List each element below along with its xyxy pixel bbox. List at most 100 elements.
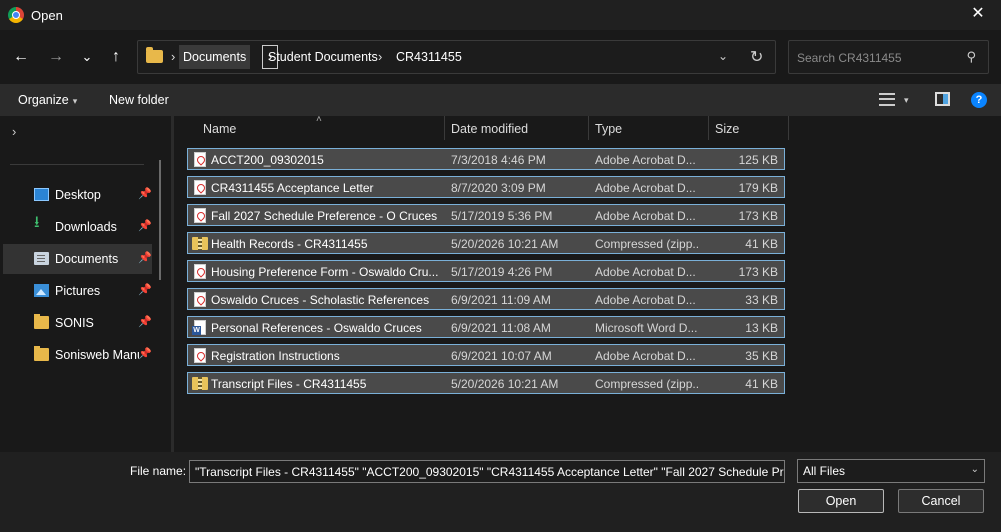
file-type: Adobe Acrobat D... bbox=[595, 181, 696, 195]
file-name-field[interactable]: "Transcript Files - CR4311455" "ACCT200_… bbox=[189, 460, 785, 483]
file-size: 35 KB bbox=[745, 349, 778, 363]
file-name: Health Records - CR4311455 bbox=[211, 237, 368, 251]
chevron-down-icon: ⌄ bbox=[970, 464, 979, 475]
file-row[interactable]: ACCT200_09302015 7/3/2018 4:46 PM Adobe … bbox=[187, 148, 785, 170]
pin-icon[interactable]: 📌 bbox=[138, 315, 152, 328]
chevron-down-icon[interactable]: ▾ bbox=[904, 95, 909, 106]
crumb-separator[interactable]: › bbox=[171, 49, 175, 64]
refresh-icon[interactable]: ↻ bbox=[750, 47, 763, 67]
desktop-icon bbox=[34, 188, 49, 201]
downloads-icon: ⭳ bbox=[34, 214, 40, 231]
file-type: Compressed (zipp... bbox=[595, 377, 699, 391]
sidebar-item-label: SONIS bbox=[55, 316, 94, 330]
file-row[interactable]: Personal References - Oswaldo Cruces 6/9… bbox=[187, 316, 785, 338]
forward-button[interactable]: → bbox=[43, 44, 69, 70]
column-header-size[interactable]: Size bbox=[715, 116, 739, 141]
breadcrumb-documents[interactable]: Documents bbox=[179, 45, 251, 69]
pdf-file-icon bbox=[194, 264, 206, 279]
new-folder-button[interactable]: New folder bbox=[109, 93, 169, 107]
file-size: 41 KB bbox=[745, 237, 778, 251]
sidebar-item-downloads[interactable]: ⭳ Downloads 📌 bbox=[3, 212, 152, 242]
chevron-down-icon: ▾ bbox=[72, 96, 78, 106]
pin-icon[interactable]: 📌 bbox=[138, 283, 152, 296]
preview-pane-icon[interactable] bbox=[935, 92, 950, 106]
file-type: Compressed (zipp... bbox=[595, 237, 699, 251]
sort-ascending-icon: ˄ bbox=[316, 114, 322, 125]
file-type: Adobe Acrobat D... bbox=[595, 209, 696, 223]
help-icon[interactable]: ? bbox=[971, 92, 987, 108]
file-date: 5/20/2026 10:21 AM bbox=[451, 377, 559, 391]
divider bbox=[10, 164, 144, 165]
column-header-date-modified[interactable]: Date modified bbox=[451, 116, 528, 141]
breadcrumb-cr4311455[interactable]: CR4311455 bbox=[396, 50, 462, 64]
file-date: 5/20/2026 10:21 AM bbox=[451, 237, 559, 251]
scrollbar[interactable] bbox=[159, 160, 161, 280]
sidebar-item-documents[interactable]: Documents 📌 bbox=[3, 244, 152, 274]
file-list: Name ˄ Date modified Type Size ACCT200_0… bbox=[174, 114, 1001, 452]
pdf-file-icon bbox=[194, 152, 206, 167]
organize-label: Organize bbox=[18, 93, 69, 107]
sidebar-item-label: Documents bbox=[55, 252, 119, 266]
pdf-file-icon bbox=[194, 208, 206, 223]
file-date: 7/3/2018 4:46 PM bbox=[451, 153, 546, 167]
zip-file-icon bbox=[192, 237, 208, 250]
file-size: 125 KB bbox=[738, 153, 778, 167]
crumb-separator[interactable]: › bbox=[378, 49, 382, 64]
navigation-pane: › Desktop 📌 ⭳ Downloads 📌 Documents 📌 Pi… bbox=[0, 116, 171, 452]
filter-value: All Files bbox=[803, 464, 846, 478]
file-type: Adobe Acrobat D... bbox=[595, 293, 696, 307]
chevron-right-icon[interactable]: › bbox=[12, 124, 16, 139]
search-box[interactable]: Search CR4311455 ⚲ bbox=[788, 40, 989, 74]
open-button[interactable]: Open bbox=[798, 489, 884, 513]
column-divider[interactable] bbox=[708, 116, 709, 140]
file-size: 173 KB bbox=[738, 265, 778, 279]
recent-locations-button[interactable]: ⌄ bbox=[74, 44, 100, 70]
cancel-button[interactable]: Cancel bbox=[898, 489, 984, 513]
column-divider[interactable] bbox=[788, 116, 789, 140]
file-name: Transcript Files - CR4311455 bbox=[211, 377, 367, 391]
pin-icon[interactable]: 📌 bbox=[138, 251, 152, 264]
column-header-name[interactable]: Name bbox=[203, 116, 236, 141]
folder-icon bbox=[34, 314, 49, 329]
pin-icon[interactable]: 📌 bbox=[138, 347, 152, 360]
sidebar-item-desktop[interactable]: Desktop 📌 bbox=[3, 180, 152, 210]
file-row[interactable]: Housing Preference Form - Oswaldo Cru...… bbox=[187, 260, 785, 282]
sidebar-item-label: Desktop bbox=[55, 188, 101, 202]
column-header-type[interactable]: Type bbox=[595, 116, 622, 141]
file-row[interactable]: CR4311455 Acceptance Letter 8/7/2020 3:0… bbox=[187, 176, 785, 198]
organize-button[interactable]: Organize ▾ bbox=[18, 93, 77, 107]
file-row[interactable]: Health Records - CR4311455 5/20/2026 10:… bbox=[187, 232, 785, 254]
sidebar-item-pictures[interactable]: Pictures 📌 bbox=[3, 276, 152, 306]
file-size: 173 KB bbox=[738, 209, 778, 223]
file-type: Adobe Acrobat D... bbox=[595, 349, 696, 363]
close-button[interactable]: ✕ bbox=[955, 0, 1001, 30]
pin-icon[interactable]: 📌 bbox=[138, 219, 152, 232]
file-type-filter[interactable]: All Files ⌄ bbox=[797, 459, 985, 483]
back-button[interactable]: ← bbox=[8, 44, 34, 70]
file-date: 6/9/2021 11:09 AM bbox=[451, 293, 551, 307]
file-date: 8/7/2020 3:09 PM bbox=[451, 181, 546, 195]
column-divider[interactable] bbox=[588, 116, 589, 140]
column-divider[interactable] bbox=[444, 116, 445, 140]
file-name: Personal References - Oswaldo Cruces bbox=[211, 321, 422, 335]
up-button[interactable]: ↑ bbox=[103, 44, 129, 70]
zip-file-icon bbox=[192, 377, 208, 390]
search-input[interactable]: Search CR4311455 bbox=[797, 51, 902, 65]
file-type: Adobe Acrobat D... bbox=[595, 153, 696, 167]
file-row[interactable]: Fall 2027 Schedule Preference - O Cruces… bbox=[187, 204, 785, 226]
view-options-icon[interactable] bbox=[879, 93, 895, 106]
sidebar-item-sonisweb-manu[interactable]: Sonisweb Manu 📌 bbox=[3, 340, 152, 370]
address-bar[interactable]: › Documents › Student Documents › CR4311… bbox=[137, 40, 776, 74]
file-row[interactable]: Registration Instructions 6/9/2021 10:07… bbox=[187, 344, 785, 366]
file-name: CR4311455 Acceptance Letter bbox=[211, 181, 374, 195]
file-row[interactable]: Transcript Files - CR4311455 5/20/2026 1… bbox=[187, 372, 785, 394]
file-date: 5/17/2019 5:36 PM bbox=[451, 209, 553, 223]
sidebar-item-label: Downloads bbox=[55, 220, 117, 234]
search-icon[interactable]: ⚲ bbox=[966, 49, 976, 65]
file-row[interactable]: Oswaldo Cruces - Scholastic References 6… bbox=[187, 288, 785, 310]
address-dropdown-icon[interactable]: ⌄ bbox=[718, 49, 728, 63]
file-type: Adobe Acrobat D... bbox=[595, 265, 696, 279]
pin-icon[interactable]: 📌 bbox=[138, 187, 152, 200]
sidebar-item-sonis[interactable]: SONIS 📌 bbox=[3, 308, 152, 338]
breadcrumb-student-documents[interactable]: Student Documents bbox=[268, 50, 378, 64]
